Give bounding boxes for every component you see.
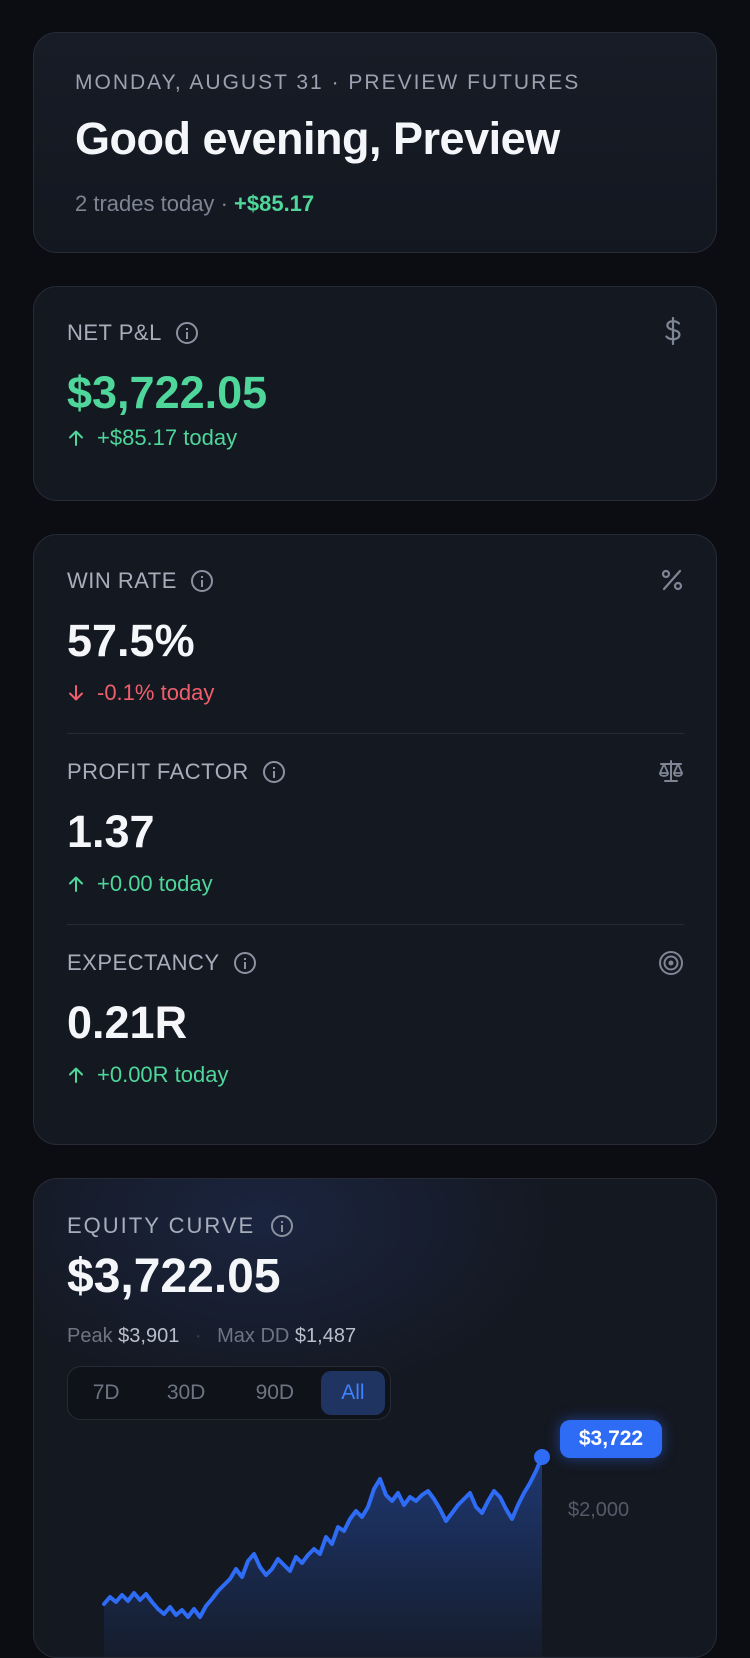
win-rate-label-row: WIN RATE [67,568,213,594]
y-tick-label: $2,000 [568,1499,630,1521]
net-pnl-delta-text: +$85.17 today [97,425,238,450]
profit-factor-delta-text: +0.00 today [97,871,213,896]
greeting-card: MONDAY, AUGUST 31 · PREVIEW FUTURES Good… [33,32,717,253]
peak-value: $3,901 [118,1325,180,1347]
info-icon[interactable] [271,1215,294,1237]
equity-curve-card: EQUITY CURVE $3,722.05 Peak $3,901 · Max… [33,1178,717,1658]
net-pnl-delta: +$85.17 today [67,425,237,451]
info-icon[interactable] [190,570,213,592]
expectancy-delta: +0.00R today [67,1062,228,1088]
expectancy-value: 0.21R [67,997,188,1048]
equity-value: $3,722.05 [67,1250,281,1303]
info-icon[interactable] [175,322,198,344]
profit-factor-label-row: PROFIT FACTOR [67,759,285,785]
date-line: MONDAY, AUGUST 31 · PREVIEW FUTURES [75,71,581,94]
max-dd-value: $1,487 [294,1325,357,1347]
info-icon[interactable] [233,952,256,974]
net-pnl-card[interactable]: NET P&L $3,722.05 +$85.17 today [33,286,717,501]
win-rate-delta: -0.1% today [67,680,214,706]
peak-label: Peak [67,1325,113,1347]
current-value-tag: $3,722 [560,1420,662,1458]
max-dd-label: Max DD [217,1325,290,1347]
arrow-up-icon [69,430,83,446]
divider [67,733,684,734]
arrow-up-icon [69,876,83,892]
info-icon[interactable] [262,761,285,783]
equity-label-row: EQUITY CURVE [67,1213,294,1239]
equity-label: EQUITY CURVE [67,1213,256,1238]
net-pnl-label-row: NET P&L [67,320,198,346]
dollar-icon [662,316,684,352]
arrow-up-icon [69,1067,83,1083]
arrow-down-icon [69,685,83,701]
stats-card: WIN RATE 57.5% -0.1% today PROFIT FACTOR… [33,534,717,1145]
profit-factor-label: PROFIT FACTOR [67,759,249,784]
net-pnl-label: NET P&L [67,320,162,345]
win-rate-label: WIN RATE [67,568,177,593]
percent-icon [660,568,684,599]
profit-factor-delta: +0.00 today [67,871,213,897]
profit-factor-value: 1.37 [67,806,155,857]
trades-today: 2 trades today [75,191,215,216]
current-point [534,1449,550,1465]
target-icon [658,950,684,983]
scale-icon [658,759,684,790]
win-rate-value: 57.5% [67,615,195,666]
expectancy-label-row: EXPECTANCY [67,950,256,976]
expectancy-label: EXPECTANCY [67,950,220,975]
summary-separator: · [220,191,228,216]
trades-summary: 2 trades today · +$85.17 [75,191,314,217]
equity-area [104,1457,542,1657]
greeting-title: Good evening, Preview [75,113,560,164]
expectancy-delta-text: +0.00R today [97,1062,229,1087]
net-pnl-value: $3,722.05 [67,367,268,418]
divider [67,924,684,925]
equity-meta: Peak $3,901 · Max DD $1,487 [67,1325,357,1347]
today-pnl: +$85.17 [234,191,315,216]
win-rate-delta-text: -0.1% today [97,680,215,705]
